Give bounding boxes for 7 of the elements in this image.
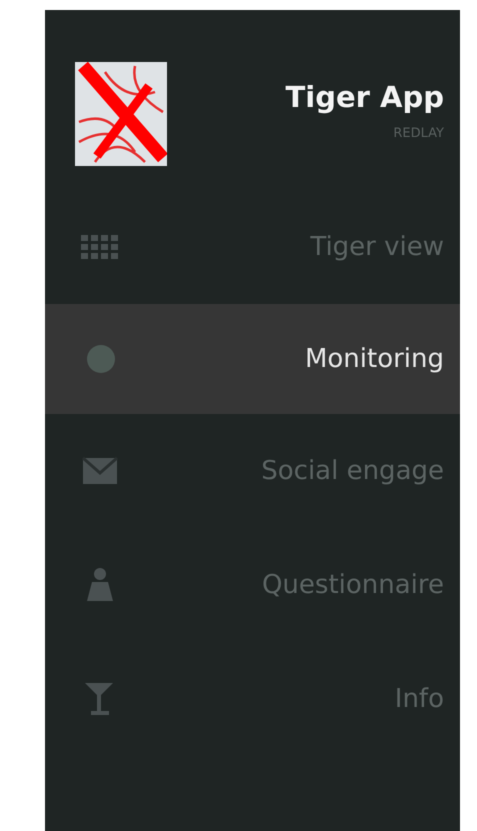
- menu-item[interactable]: Social engage: [45, 414, 460, 528]
- menu-item[interactable]: Info: [45, 642, 460, 756]
- app-title: Tiger App: [285, 80, 444, 114]
- menu-item[interactable]: Monitoring: [45, 304, 460, 414]
- menu-item[interactable]: Tiger view: [45, 190, 460, 304]
- app-subtitle: REDLAY: [393, 126, 444, 141]
- menu-item[interactable]: Questionnaire: [45, 528, 460, 642]
